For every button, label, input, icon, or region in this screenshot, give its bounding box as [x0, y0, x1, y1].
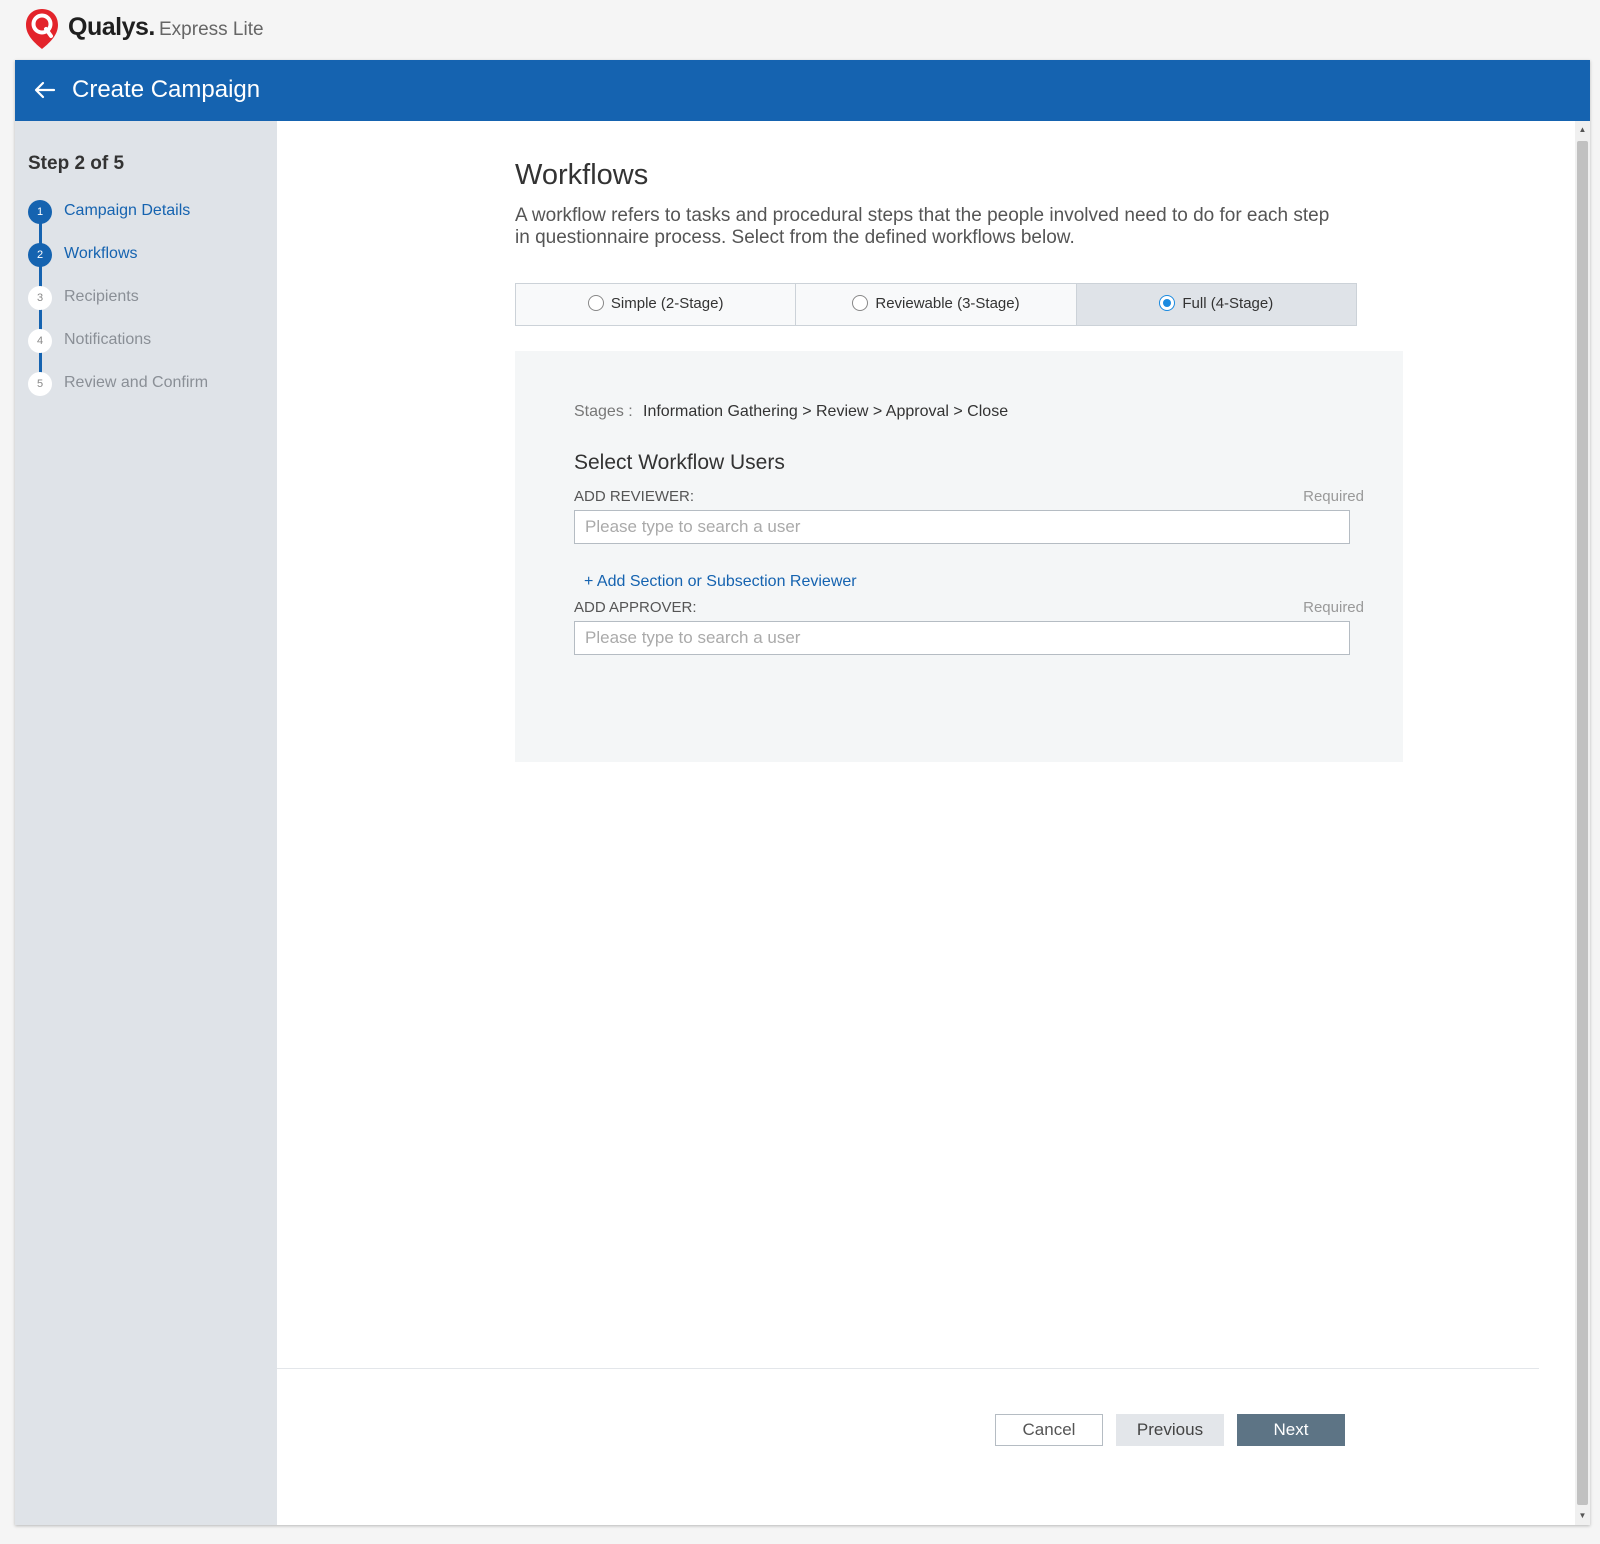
- step-number: 2: [28, 243, 52, 267]
- workflow-users-heading: Select Workflow Users: [574, 451, 785, 474]
- add-section-reviewer-link[interactable]: + Add Section or Subsection Reviewer: [584, 573, 857, 591]
- step-label: Recipients: [64, 288, 139, 305]
- step-label: Notifications: [64, 331, 152, 348]
- step-review-and-confirm[interactable]: 5 Review and Confirm: [28, 371, 268, 397]
- workflow-option-label: Full (4-Stage): [1182, 295, 1274, 312]
- workflow-details-panel: Stages : Information Gathering > Review …: [515, 351, 1403, 762]
- step-number: 4: [28, 329, 52, 353]
- radio-icon[interactable]: [587, 295, 604, 311]
- qualys-logo-icon: [26, 9, 58, 49]
- approver-search-input[interactable]: [574, 621, 1350, 655]
- stages-value: Information Gathering > Review > Approva…: [643, 403, 1009, 420]
- step-recipients[interactable]: 3 Recipients: [28, 285, 268, 311]
- vertical-scrollbar[interactable]: ▲ ▼: [1575, 121, 1590, 1525]
- step-label: Review and Confirm: [64, 374, 209, 391]
- workflow-option-label: Simple (2-Stage): [610, 295, 724, 312]
- main-content: Workflows A workflow refers to tasks and…: [277, 121, 1575, 1525]
- stages-label: Stages :: [574, 403, 633, 420]
- step-workflows[interactable]: 2 Workflows: [28, 242, 268, 268]
- radio-selected-icon[interactable]: [1159, 295, 1176, 311]
- campaign-window: Create Campaign Step 2 of 5 1 Campaign D…: [15, 60, 1590, 1525]
- radio-icon[interactable]: [852, 295, 869, 311]
- workflow-type-selector: Simple (2-Stage) Reviewable (3-Stage) Fu…: [515, 283, 1357, 326]
- step-notifications[interactable]: 4 Notifications: [28, 328, 268, 354]
- scroll-up-icon[interactable]: ▲: [1575, 123, 1590, 137]
- section-description: A workflow refers to tasks and procedura…: [515, 205, 1330, 248]
- step-number: 3: [28, 286, 52, 310]
- approver-label: ADD APPROVER:: [574, 599, 697, 616]
- next-button[interactable]: Next: [1237, 1414, 1345, 1446]
- scrollbar-thumb[interactable]: [1577, 141, 1588, 1505]
- previous-button[interactable]: Previous: [1116, 1414, 1224, 1446]
- workflow-option-label: Reviewable (3-Stage): [875, 295, 1020, 312]
- step-number: 1: [28, 200, 52, 224]
- page-title: Create Campaign: [72, 76, 261, 103]
- step-label: Campaign Details: [64, 202, 191, 219]
- workflow-option-simple[interactable]: Simple (2-Stage): [516, 284, 797, 325]
- title-bar: Create Campaign: [15, 60, 1590, 121]
- arrow-left-icon[interactable]: [31, 76, 59, 104]
- section-title: Workflows: [515, 159, 649, 191]
- step-progress: Step 2 of 5: [28, 153, 125, 174]
- brand-bar: Qualys. Express Lite: [0, 0, 1600, 60]
- cancel-button[interactable]: Cancel: [995, 1414, 1103, 1446]
- workflow-option-full[interactable]: Full (4-Stage): [1076, 284, 1356, 325]
- reviewer-search-input[interactable]: [574, 510, 1350, 544]
- step-campaign-details[interactable]: 1 Campaign Details: [28, 199, 268, 225]
- step-number: 5: [28, 372, 52, 396]
- brand-name: Qualys.: [68, 13, 155, 41]
- brand-product: Express Lite: [159, 19, 264, 40]
- step-label: Workflows: [64, 245, 138, 262]
- scroll-down-icon[interactable]: ▼: [1575, 1509, 1590, 1523]
- reviewer-required: Required: [1303, 488, 1364, 505]
- workflow-option-reviewable[interactable]: Reviewable (3-Stage): [796, 284, 1077, 325]
- approver-required: Required: [1303, 599, 1364, 616]
- reviewer-label: ADD REVIEWER:: [574, 488, 695, 505]
- footer-divider: [277, 1368, 1539, 1369]
- steps-sidebar: Step 2 of 5 1 Campaign Details 2 Workflo…: [15, 121, 277, 1525]
